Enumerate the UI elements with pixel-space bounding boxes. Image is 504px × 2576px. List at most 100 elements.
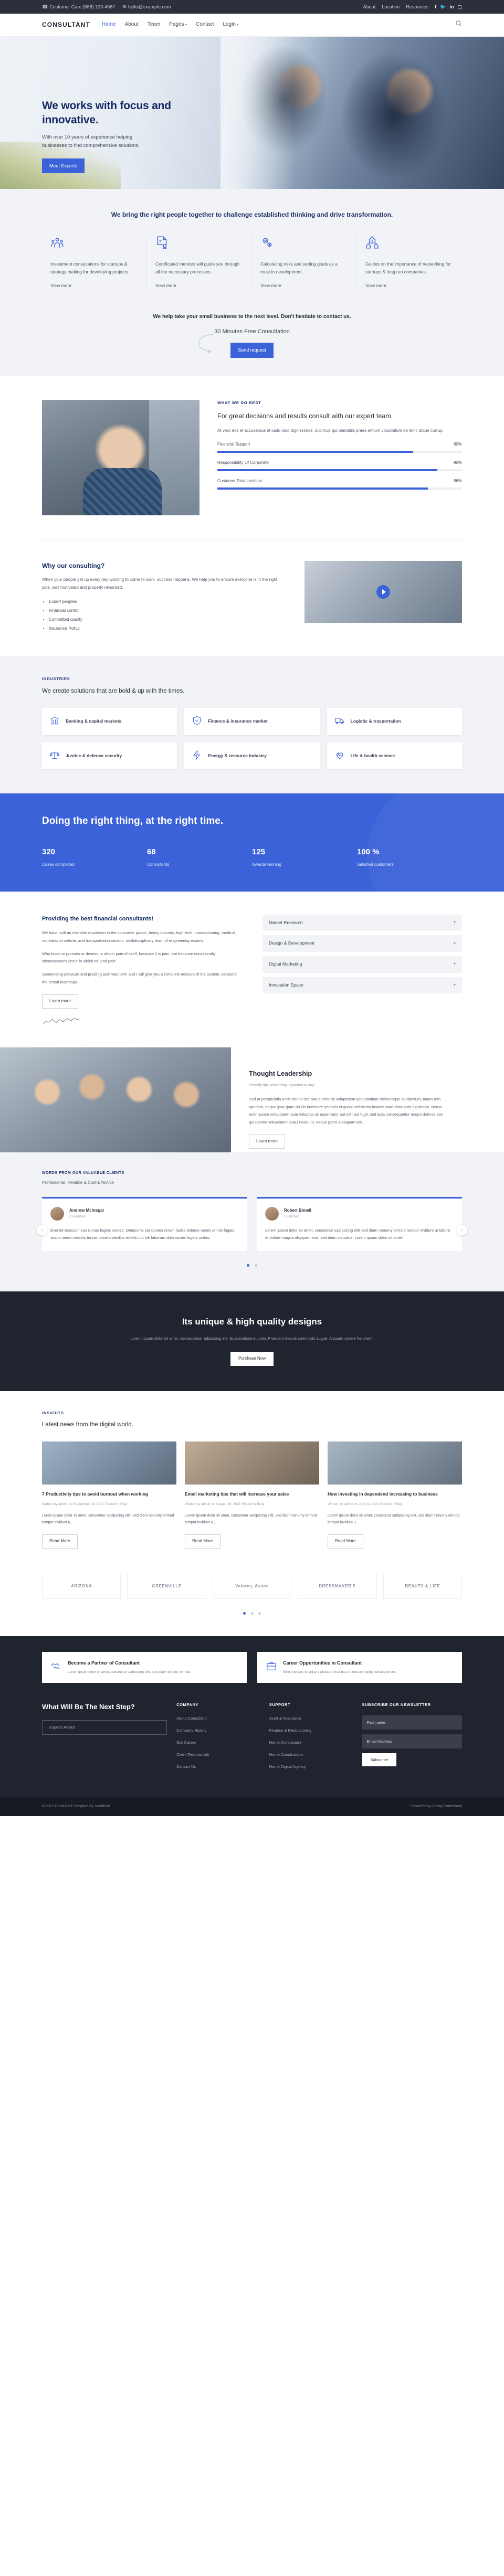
nav-item-home[interactable]: Home — [102, 20, 116, 29]
industry-card-justice[interactable]: Justice & defence security — [42, 742, 177, 770]
why-bullet: Insurance Policy — [49, 624, 285, 633]
curved-arrow-icon — [194, 333, 218, 359]
footer-link-about-consultant[interactable]: About Consultant — [176, 1715, 260, 1722]
carousel-dot[interactable] — [243, 1612, 246, 1615]
carousel-dot[interactable] — [254, 1264, 257, 1267]
industry-card-life-health[interactable]: Life & health science — [327, 742, 462, 770]
service-card[interactable]: Calculating risks and setting goals as a… — [252, 236, 357, 291]
carousel-next-button[interactable]: › — [457, 1224, 467, 1235]
blog-post-card[interactable]: How investing in dependend increasing to… — [328, 1441, 462, 1549]
accordion-item-innovation-space[interactable]: Innovation Space ▾ — [262, 977, 462, 994]
financial-learn-more-button[interactable]: Learn more — [42, 994, 78, 1009]
promo-card-text: Lorem ipsum dolor sit amet, consetetur s… — [68, 1670, 192, 1674]
footer-link-home-construction[interactable]: Home Construction — [269, 1752, 353, 1758]
industry-card-banking[interactable]: Banking & capital markets — [42, 707, 177, 735]
nav-item-contact[interactable]: Contact — [196, 20, 214, 29]
service-card[interactable]: Investment consultations for startups & … — [42, 236, 147, 291]
nav-item-team[interactable]: Team — [148, 20, 160, 29]
footer-link-audit-assurance[interactable]: Audit & Assurance — [269, 1715, 353, 1722]
stat-item: 320 Cases completed — [42, 846, 147, 868]
nav-item-pages[interactable]: Pages ▾ — [169, 20, 187, 29]
service-card[interactable]: $ Guides on the importance of networking… — [357, 236, 462, 290]
promo-card-career[interactable]: Career Opportunities in Consultant Who c… — [257, 1651, 462, 1683]
skill-bar: Responsibility Of Corporate 90% — [217, 460, 462, 471]
promo-banner-title: Its unique & high quality designs — [182, 1316, 322, 1327]
industry-card-finance[interactable]: Finance & insurance market — [184, 707, 320, 735]
nav-item-about[interactable]: About — [125, 20, 139, 29]
industries-eyebrow: INDUSTRIES — [42, 676, 70, 682]
avatar — [265, 1206, 279, 1221]
industry-card-logistic[interactable]: Logistic & trasportation — [327, 707, 462, 735]
accordion: Market Research ▾ Design & Development ▾… — [262, 914, 462, 998]
video-thumbnail[interactable] — [304, 560, 462, 623]
search-icon[interactable] — [455, 19, 462, 30]
testimonial-card: ‹ Andrew Mclnegar Consultant Eveniet tes… — [37, 1196, 247, 1252]
service-view-more[interactable]: View more — [50, 282, 71, 290]
footer-link-home-digital-agency[interactable]: Home Digital Agency — [269, 1764, 353, 1770]
instagram-icon[interactable]: ▢ — [457, 3, 462, 10]
skill-value: 90% — [453, 460, 462, 465]
accordion-label: Digital Marketing — [269, 961, 302, 967]
promo-card-partner[interactable]: Become a Partner of Consultant Lorem ips… — [42, 1651, 247, 1683]
nav-item-login[interactable]: Login ▾ — [223, 20, 239, 29]
about-eyebrow: WHAT WE DO BEST — [217, 400, 261, 405]
accordion-item-digital-marketing[interactable]: Digital Marketing ▾ — [262, 956, 462, 973]
industry-label: Finance & insurance market — [208, 718, 268, 724]
first-name-input[interactable] — [362, 1715, 462, 1730]
blog-post-title: How investing in dependend increasing to… — [328, 1491, 438, 1497]
contact-email[interactable]: ✉ hello@example.com — [122, 3, 171, 11]
footer-link-home-architecture[interactable]: Home Architecture — [269, 1740, 353, 1746]
facebook-icon[interactable]: f — [435, 3, 436, 10]
industry-label: Logistic & trasportation — [350, 718, 401, 724]
accordion-item-market-research[interactable]: Market Research ▾ — [262, 914, 462, 931]
blog-read-more-button[interactable]: Read More — [42, 1534, 78, 1549]
blog-read-more-button[interactable]: Read More — [328, 1534, 363, 1549]
topbar-link-resources[interactable]: Resources — [406, 3, 428, 10]
footer-link-client-testimonials[interactable]: Client Testimonials — [176, 1752, 260, 1758]
linkedin-icon[interactable]: in — [449, 3, 454, 10]
play-icon[interactable] — [376, 585, 390, 599]
accordion-item-design-development[interactable]: Design & Development ▾ — [262, 935, 462, 952]
subscribe-button[interactable]: Subscribe — [362, 1753, 396, 1766]
blog-post-card[interactable]: Email marketing tips that will increase … — [185, 1441, 319, 1549]
twitter-icon[interactable]: 🐦 — [440, 3, 446, 10]
svg-text:$: $ — [371, 239, 373, 243]
promo-cards-section: Become a Partner of Consultant Lorem ips… — [0, 1636, 504, 1683]
heart-pulse-icon — [334, 750, 345, 762]
thought-learn-more-button[interactable]: Learn more — [249, 1135, 285, 1149]
meet-experts-button[interactable]: Meet Experts — [42, 158, 85, 174]
footer-link-company-history[interactable]: Company History — [176, 1727, 260, 1734]
industry-card-energy[interactable]: Energy & resource industry — [184, 742, 320, 770]
carousel-dot[interactable] — [250, 1612, 254, 1615]
brand-logo[interactable]: CONSULTANT — [42, 20, 90, 30]
chevron-down-icon: ▾ — [453, 982, 456, 987]
blog-read-more-button[interactable]: Read More — [185, 1534, 220, 1549]
phone-icon: ☎ — [42, 4, 48, 10]
carousel-prev-button[interactable]: ‹ — [37, 1224, 47, 1235]
email-input[interactable] — [362, 1734, 462, 1748]
footer-link-our-career[interactable]: Our Career — [176, 1740, 260, 1746]
person-shirt-decor — [83, 468, 162, 515]
footer-link-contact-us[interactable]: Contact Us — [176, 1764, 260, 1770]
clients-section: ARIZONA GREENVILLE Valores, Assoc DRESSM… — [0, 1564, 504, 1636]
blog-thumbnail — [185, 1441, 319, 1485]
topbar-link-about[interactable]: About — [363, 3, 376, 10]
clients-carousel-dots[interactable] — [42, 1607, 462, 1618]
footer-link-finance-restructuring[interactable]: Finance & Restructuring — [269, 1727, 353, 1734]
cta-line: We help take your small business to the … — [153, 313, 351, 320]
service-view-more[interactable]: View more — [365, 282, 386, 290]
footer-newsletter: SUBSCRIBE OUR NEWSLETTER Subscribe — [362, 1702, 462, 1776]
blog-post-card[interactable]: 7 Productivity tips to avoid burnout whe… — [42, 1441, 176, 1549]
divider — [42, 540, 462, 541]
carousel-dot[interactable] — [247, 1264, 250, 1267]
service-view-more[interactable]: View more — [260, 282, 281, 290]
footer-column-title: SUPPORT — [269, 1702, 291, 1707]
service-view-more[interactable]: View more — [155, 282, 176, 290]
send-request-button[interactable]: Send request — [230, 343, 274, 358]
carousel-dots[interactable] — [42, 1259, 462, 1270]
topbar-link-location[interactable]: Location — [382, 3, 400, 10]
purchase-now-button[interactable]: Purchase Now — [230, 1352, 274, 1366]
service-card[interactable]: Certificated mentors will guide you thro… — [147, 236, 252, 291]
carousel-dot[interactable] — [258, 1612, 261, 1615]
experts-advice-button[interactable]: Experts Advice — [42, 1720, 167, 1735]
